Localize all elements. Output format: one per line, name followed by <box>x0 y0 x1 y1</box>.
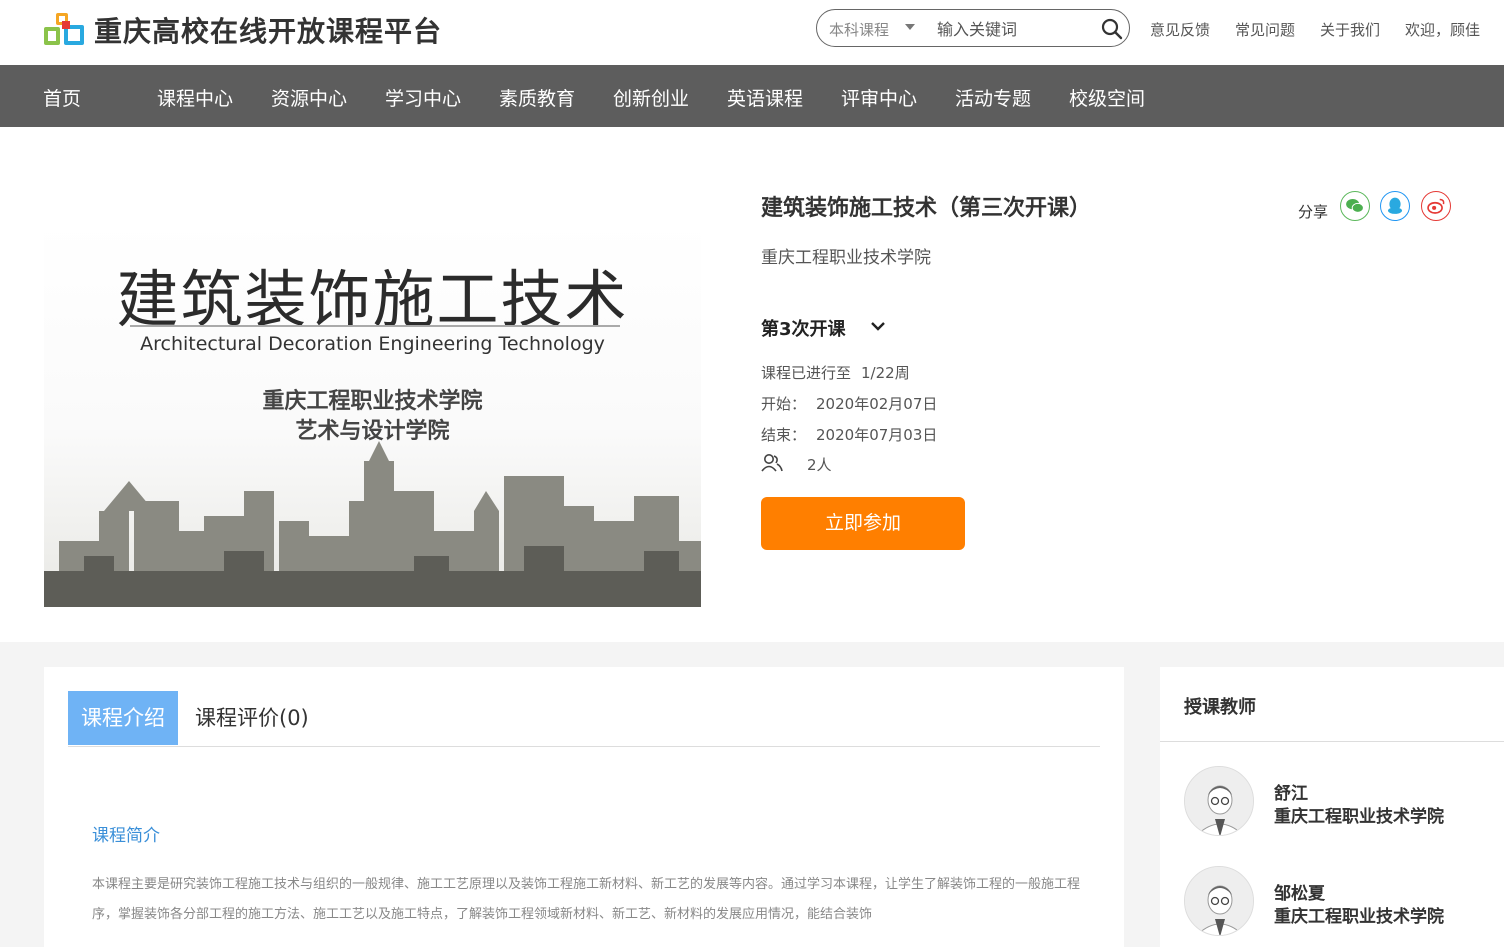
nav-item-review[interactable]: 评审中心 <box>841 84 917 111</box>
course-cover-image: 建筑装饰施工技术 Architectural Decoration Engine… <box>44 221 701 607</box>
search-box: 本科课程 <box>816 9 1130 47</box>
dropdown-caret-icon[interactable] <box>905 24 915 30</box>
main-nav: 首页 课程中心 资源中心 学习中心 素质教育 创新创业 英语课程 评审中心 活动… <box>0 65 1504 127</box>
faq-link[interactable]: 常见问题 <box>1235 19 1295 40</box>
cover-subtitle-en: Architectural Decoration Engineering Tec… <box>140 333 605 355</box>
share-label: 分享 <box>1298 203 1329 221</box>
avatar-person-icon <box>1185 767 1253 835</box>
teachers-panel: 授课教师 舒江 重庆工程职业技术学院 邹松夏 重庆工程职业技术学院 <box>1160 667 1504 947</box>
tab-divider <box>68 746 1100 747</box>
search-category-select[interactable]: 本科课程 <box>829 19 889 40</box>
qq-icon[interactable] <box>1380 191 1410 221</box>
nav-item-campus[interactable]: 校级空间 <box>1069 84 1145 111</box>
start-label: 开始： <box>761 395 807 413</box>
search-icon[interactable] <box>1101 18 1123 40</box>
chevron-down-icon[interactable] <box>869 317 887 335</box>
site-header: 重庆高校在线开放课程平台 本科课程 意见反馈 常见问题 关于我们 欢迎，顾佳 <box>0 0 1504 65</box>
search-input[interactable] <box>935 15 1099 43</box>
teacher-name[interactable]: 邹松夏 <box>1274 879 1325 904</box>
user-welcome-link[interactable]: 欢迎，顾佳 <box>1405 19 1480 40</box>
avatar[interactable] <box>1184 766 1254 836</box>
teacher-school: 重庆工程职业技术学院 <box>1274 907 1444 927</box>
nav-item-events[interactable]: 活动专题 <box>955 84 1031 111</box>
intro-heading: 课程简介 <box>92 826 160 846</box>
end-date: 2020年07月03日 <box>816 426 938 444</box>
end-row: 结束： 2020年07月03日 <box>761 424 937 445</box>
session-select[interactable]: 第3次开课 <box>761 315 846 341</box>
about-link[interactable]: 关于我们 <box>1320 19 1380 40</box>
cover-divider <box>130 325 620 327</box>
course-intro-panel: 课程介绍 课程评价(0) 课程简介 本课程主要是研究装饰工程施工技术与组织的一般… <box>44 667 1124 947</box>
start-date: 2020年02月07日 <box>816 395 938 413</box>
platform-logo-icon[interactable] <box>44 11 86 47</box>
teacher-name[interactable]: 舒江 <box>1274 779 1308 804</box>
progress-value: 1/22周 <box>861 364 910 382</box>
nav-item-english[interactable]: 英语课程 <box>727 84 803 111</box>
teachers-divider <box>1160 741 1504 742</box>
course-school: 重庆工程职业技术学院 <box>761 248 931 268</box>
nav-item-learning[interactable]: 学习中心 <box>385 84 461 111</box>
nav-item-quality-education[interactable]: 素质教育 <box>499 84 575 111</box>
teachers-title: 授课教师 <box>1184 697 1256 718</box>
avatar[interactable] <box>1184 866 1254 936</box>
nav-item-home[interactable]: 首页 <box>43 84 81 111</box>
end-label: 结束： <box>761 426 807 444</box>
nav-item-resources[interactable]: 资源中心 <box>271 84 347 111</box>
wechat-icon[interactable] <box>1340 191 1370 221</box>
course-info-section: 建筑装饰施工技术 Architectural Decoration Engine… <box>0 127 1504 642</box>
city-skyline-illustration <box>44 441 701 607</box>
progress-label: 课程已进行至 <box>761 364 852 382</box>
nav-item-courses[interactable]: 课程中心 <box>157 84 233 111</box>
nav-item-innovation[interactable]: 创新创业 <box>613 84 689 111</box>
join-course-button[interactable]: 立即参加 <box>761 497 965 550</box>
avatar-person-icon <box>1185 867 1253 935</box>
tab-course-reviews[interactable]: 课程评价(0) <box>195 691 309 745</box>
site-title[interactable]: 重庆高校在线开放课程平台 <box>94 10 442 50</box>
course-title: 建筑装饰施工技术（第三次开课） <box>761 196 1092 221</box>
feedback-link[interactable]: 意见反馈 <box>1150 19 1210 40</box>
enrolled-count: 2人 <box>807 456 832 474</box>
start-row: 开始： 2020年02月07日 <box>761 393 937 414</box>
weibo-icon[interactable] <box>1421 191 1451 221</box>
intro-text: 本课程主要是研究装饰工程施工技术与组织的一般规律、施工工艺原理以及装饰工程施工新… <box>92 877 1081 922</box>
teacher-school: 重庆工程职业技术学院 <box>1274 807 1444 827</box>
progress-row: 课程已进行至 1/22周 <box>761 362 910 383</box>
tab-course-intro[interactable]: 课程介绍 <box>68 691 178 745</box>
cover-school-line1: 重庆工程职业技术学院 <box>262 389 483 414</box>
users-icon <box>761 454 783 472</box>
